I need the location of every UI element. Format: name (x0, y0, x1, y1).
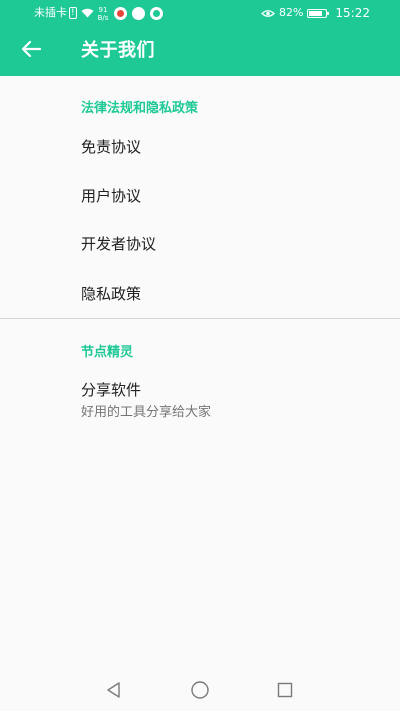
status-bar: 未插卡 ! 91 B/s 82% 15:22 (0, 0, 400, 26)
system-navigation-bar (0, 673, 400, 711)
arrow-left-icon (21, 40, 42, 62)
clock: 15:22 (335, 6, 370, 20)
list-item-share-app[interactable]: 分享软件 好用的工具分享给大家 (0, 373, 400, 429)
battery-percent: 82% (278, 6, 304, 19)
back-button[interactable] (14, 35, 48, 67)
notification-app-icon (114, 6, 128, 20)
app-bar: 关于我们 (0, 26, 400, 76)
network-speed: 91 B/s (98, 6, 109, 22)
nav-recent-button[interactable] (265, 673, 305, 711)
circle-home-icon (190, 680, 210, 704)
square-recent-icon (276, 681, 294, 703)
list-item-disclaimer[interactable]: 免责协议 (0, 123, 400, 171)
list-item-label: 隐私政策 (81, 285, 142, 303)
status-bar-right: 82% 15:22 (261, 0, 370, 26)
triangle-back-icon (105, 681, 123, 703)
list-item-label: 分享软件 (81, 381, 142, 399)
eye-comfort-icon (261, 9, 275, 18)
wechat-icon (150, 6, 164, 20)
section-header-legal: 法律法规和隐私政策 (81, 101, 199, 116)
network-speed-unit: B/s (97, 13, 109, 22)
nav-back-button[interactable] (94, 673, 134, 711)
list-item-developer-agreement[interactable]: 开发者协议 (0, 220, 400, 268)
list-item-label: 免责协议 (81, 138, 142, 156)
list-item-label: 开发者协议 (81, 235, 157, 253)
battery-icon (307, 8, 330, 18)
carrier-label: 未插卡 (34, 6, 67, 19)
qq-icon (132, 6, 146, 20)
wifi-icon (81, 8, 94, 18)
nav-home-button[interactable] (180, 673, 220, 711)
list-item-subtitle: 好用的工具分享给大家 (81, 405, 212, 420)
list-item-user-agreement[interactable]: 用户协议 (0, 172, 400, 220)
section-divider (0, 318, 400, 319)
status-bar-left: 未插卡 ! 91 B/s (34, 0, 168, 26)
no-sim-icon: ! (69, 7, 77, 19)
page-title: 关于我们 (81, 40, 155, 61)
list-item-privacy-policy[interactable]: 隐私政策 (0, 270, 400, 318)
network-speed-value: 91 (98, 5, 108, 14)
list-item-label: 用户协议 (81, 187, 142, 205)
section-header-app: 节点精灵 (81, 345, 134, 360)
